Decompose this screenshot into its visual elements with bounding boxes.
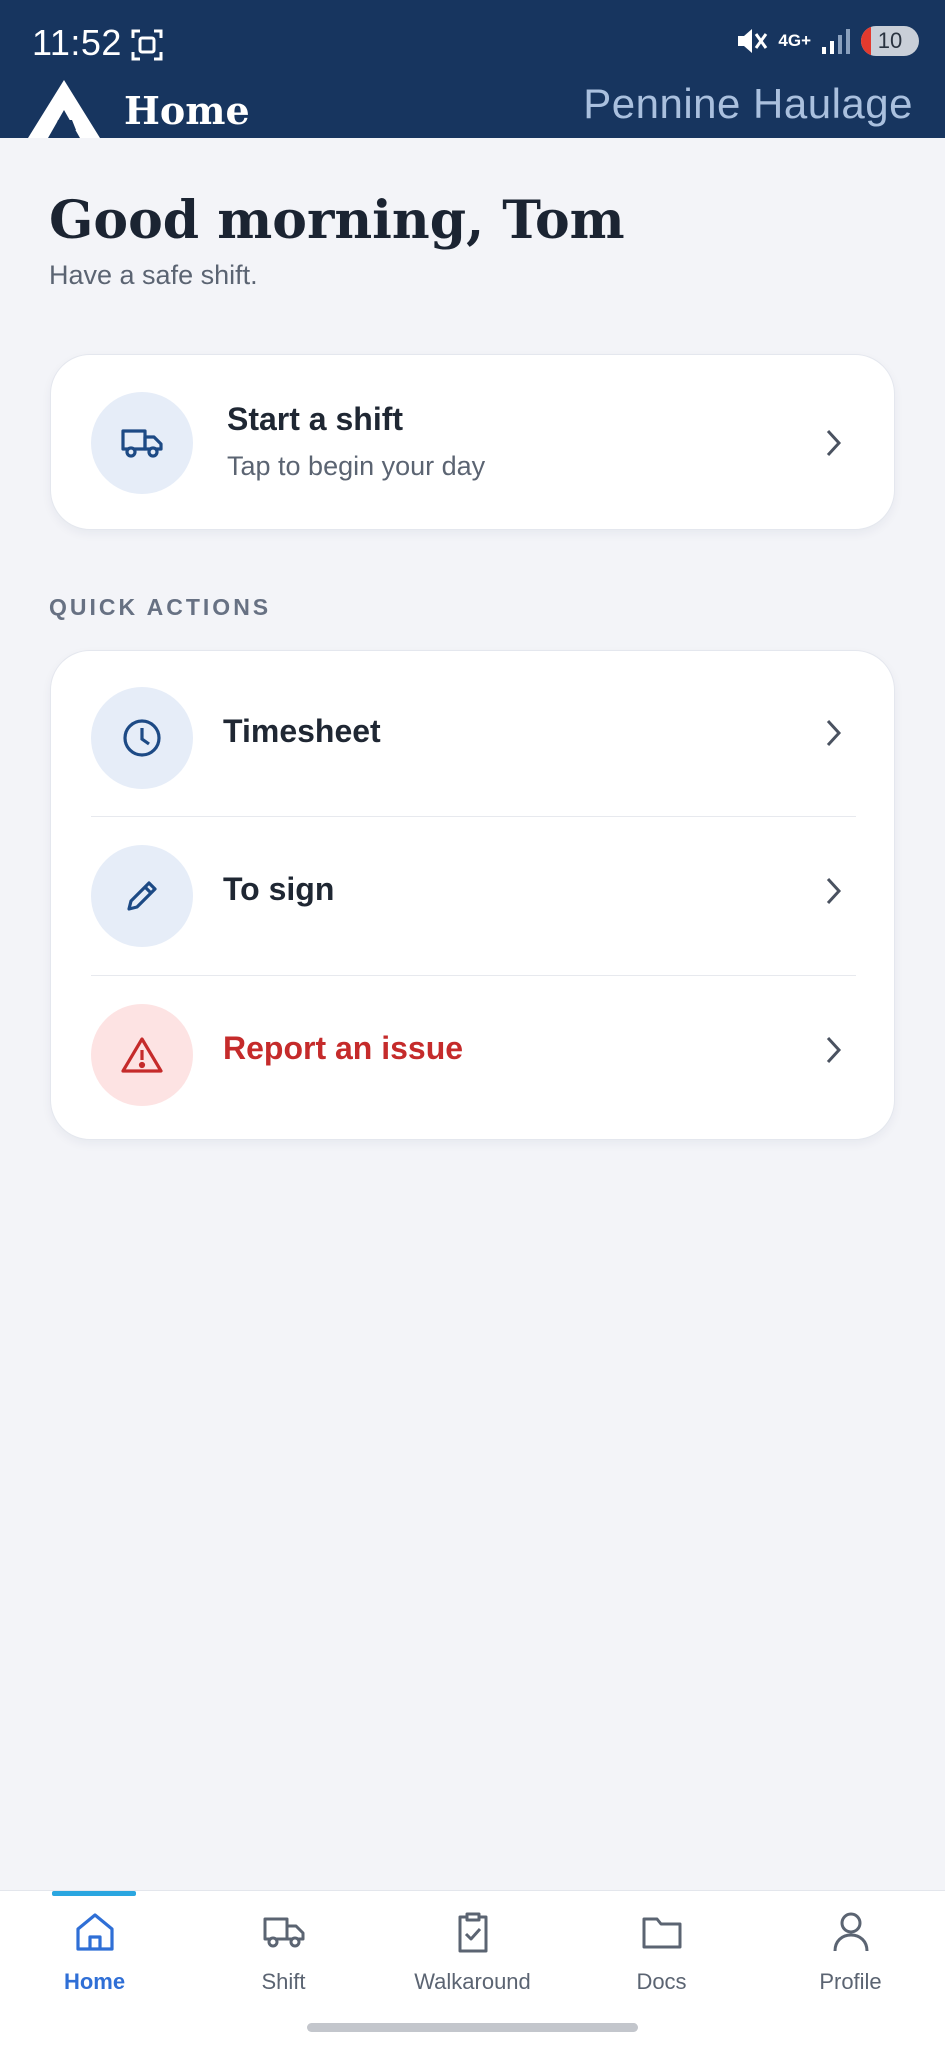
nav-walkaround[interactable]: Walkaround: [378, 1891, 567, 2011]
chevron-right-icon: [826, 719, 842, 747]
chevron-right-icon: [826, 1036, 842, 1064]
nav-shift[interactable]: Shift: [189, 1891, 378, 2011]
timesheet-label: Timesheet: [223, 713, 381, 749]
to-sign-label: To sign: [223, 871, 335, 907]
page-title: Home: [124, 88, 250, 133]
nav-label: Walkaround: [414, 1969, 531, 1994]
signal-icon: [822, 29, 850, 54]
nav-label: Shift: [261, 1969, 306, 1994]
home-icon: [76, 1913, 114, 1951]
nav-label: Profile: [819, 1969, 882, 1994]
report-issue-row[interactable]: Report an issue: [51, 976, 896, 1135]
quick-actions-label: QUICK ACTIONS: [49, 594, 272, 620]
nav-label: Docs: [636, 1969, 687, 1994]
gesture-bar[interactable]: [307, 2023, 638, 2032]
status-time: 11:52: [32, 22, 122, 63]
chevron-right-icon: [826, 429, 842, 457]
start-shift-card[interactable]: Start a shift Tap to begin your day: [50, 354, 895, 530]
battery-indicator: 10: [861, 26, 919, 56]
truck-icon: [91, 392, 193, 494]
nav-label: Home: [63, 1969, 126, 1994]
start-shift-subtitle: Tap to begin your day: [227, 451, 486, 481]
status-icons: 4G+ 10: [736, 26, 919, 56]
timesheet-row[interactable]: Timesheet: [51, 651, 896, 810]
chevron-right-icon: [826, 877, 842, 905]
greeting-subtitle: Have a safe shift.: [49, 260, 258, 290]
folder-icon: [642, 1917, 682, 1949]
clock-icon: [91, 687, 193, 789]
app-header: 11:52 4G+ 10 Home Pennine Haulage: [0, 0, 945, 138]
nav-docs[interactable]: Docs: [567, 1891, 756, 2011]
network-label: 4G+: [778, 31, 811, 50]
quick-actions-card: Timesheet To sign Report an issue: [50, 650, 895, 1140]
pencil-icon: [91, 845, 193, 947]
greeting-title: Good morning, Tom: [49, 190, 625, 251]
mute-icon: [738, 29, 768, 53]
to-sign-row[interactable]: To sign: [51, 817, 896, 976]
nav-profile[interactable]: Profile: [756, 1891, 945, 2011]
screenshot-icon: [131, 29, 163, 61]
company-logo-icon: [28, 80, 100, 138]
report-issue-label: Report an issue: [223, 1030, 464, 1066]
clipboard-check-icon: [458, 1912, 488, 1953]
truck-icon: [263, 1917, 305, 1948]
user-icon: [833, 1912, 869, 1952]
nav-home[interactable]: Home: [0, 1891, 189, 2011]
start-shift-title: Start a shift: [227, 401, 404, 437]
company-name: Pennine Haulage: [583, 80, 913, 127]
warning-icon: [91, 1004, 193, 1106]
